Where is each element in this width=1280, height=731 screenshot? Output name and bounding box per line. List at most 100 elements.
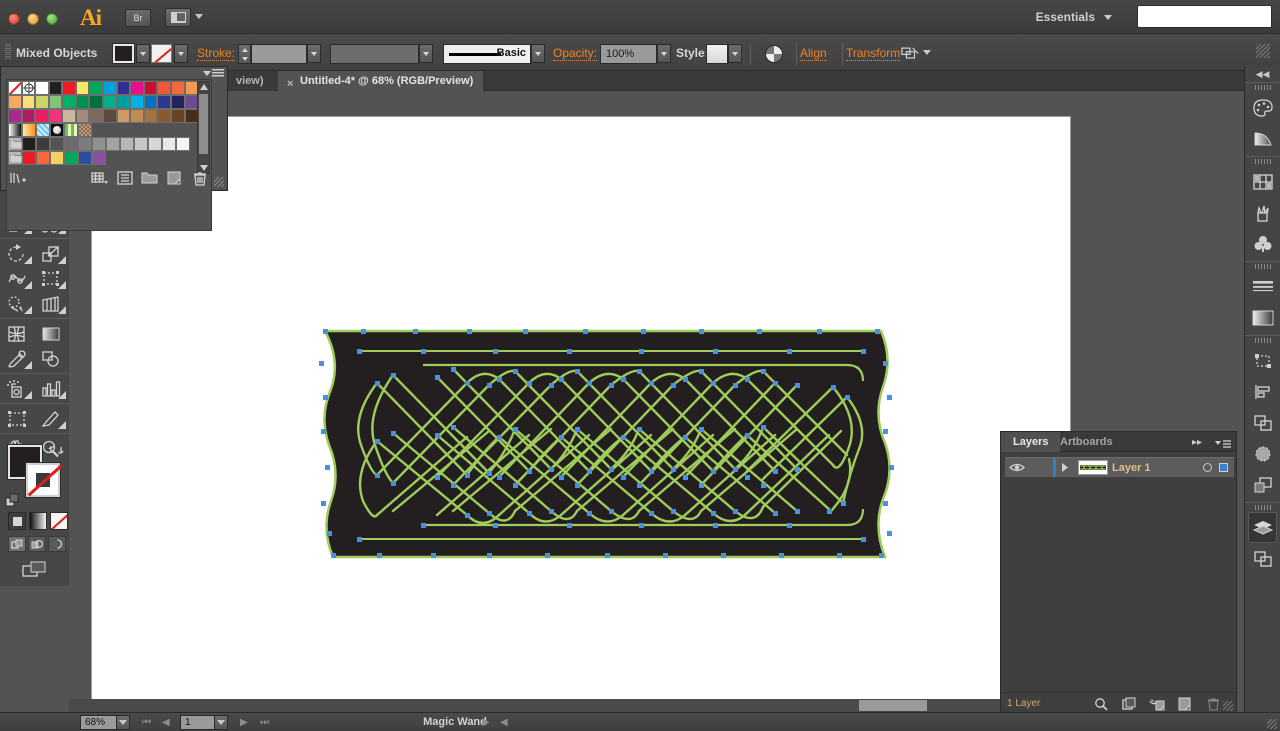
draw-normal-button[interactable] [8, 536, 26, 552]
target-circle-icon[interactable] [1203, 463, 1212, 472]
opacity-dropdown[interactable] [657, 44, 671, 63]
blend-tool[interactable] [34, 346, 68, 371]
graphic-style-preview[interactable] [706, 44, 728, 64]
swatch-color[interactable] [22, 151, 36, 165]
color-guide-icon[interactable] [1245, 123, 1280, 154]
artboard[interactable] [92, 117, 1070, 705]
swatch-gradient-orange[interactable] [22, 123, 36, 137]
swatch-color[interactable] [35, 109, 49, 123]
swatch-libraries-menu-icon[interactable] [6, 170, 31, 186]
transparency-icon[interactable] [1245, 438, 1280, 469]
align-menu[interactable]: Align [800, 46, 827, 61]
swatch-color[interactable] [8, 95, 22, 109]
selection-indicator[interactable] [1219, 463, 1228, 472]
swatch-color[interactable] [62, 81, 76, 95]
swatch-color[interactable] [148, 137, 162, 151]
swatch-none[interactable] [8, 81, 22, 95]
layers-panel-menu-icon[interactable] [1215, 437, 1231, 455]
status-scroll-left-arrow[interactable]: ◀ [500, 717, 508, 728]
fill-swatch-dropdown[interactable] [136, 44, 150, 63]
gradient-icon[interactable] [1245, 302, 1280, 333]
stroke-label[interactable]: Stroke: [197, 46, 236, 61]
locate-object-icon[interactable] [1087, 697, 1115, 711]
control-bar-resize-grip[interactable] [1256, 44, 1270, 58]
swatch-color[interactable] [170, 109, 185, 123]
document-tab-inactive[interactable]: view) [228, 71, 274, 91]
color-icon[interactable] [1245, 92, 1280, 123]
stroke-color-swatch[interactable] [151, 44, 172, 63]
next-artboard-button[interactable]: ▶ [240, 717, 248, 728]
swatch-color[interactable] [64, 137, 78, 151]
swatch-color-group-folder[interactable] [8, 151, 22, 165]
artboards-icon[interactable] [1245, 543, 1280, 574]
swatches-resize-grip[interactable] [214, 177, 224, 187]
swatch-color[interactable] [22, 137, 36, 151]
stroke-icon[interactable] [1245, 271, 1280, 302]
swatches-list[interactable] [6, 79, 212, 231]
swatch-color[interactable] [35, 81, 49, 95]
swatch-color[interactable] [48, 109, 63, 123]
control-bar-chevron-down-icon[interactable] [923, 50, 931, 55]
new-swatch-icon[interactable] [162, 170, 187, 186]
column-graph-tool[interactable] [34, 376, 68, 401]
document-tab-active[interactable]: × Untitled-4* @ 68% (RGB/Preview) [278, 71, 484, 91]
first-artboard-button[interactable]: ⏮ [142, 717, 151, 728]
expand-layer-triangle-icon[interactable] [1056, 463, 1074, 472]
swatch-color[interactable] [103, 109, 117, 123]
control-bar-grip[interactable] [5, 44, 11, 60]
slice-tool[interactable] [34, 406, 68, 431]
width-tool[interactable] [0, 266, 34, 291]
swatch-color[interactable] [176, 137, 190, 151]
swatch-registration[interactable] [21, 81, 36, 95]
swatch-color[interactable] [89, 95, 104, 109]
dock-grip[interactable] [1245, 336, 1280, 345]
swatch-color[interactable] [75, 95, 90, 109]
swatch-color[interactable] [50, 137, 64, 151]
artboard-tool[interactable] [0, 406, 34, 431]
swatch-color[interactable] [48, 81, 63, 95]
stroke-weight-input[interactable] [251, 44, 307, 64]
swatch-color[interactable] [92, 151, 106, 165]
swatch-color[interactable] [89, 81, 104, 95]
default-fill-stroke-icon[interactable] [5, 493, 21, 509]
swatch-pattern-stone[interactable] [78, 123, 92, 137]
swatch-color[interactable] [36, 137, 50, 151]
swatch-color[interactable] [143, 81, 158, 95]
swatch-color[interactable] [130, 95, 144, 109]
swatch-color[interactable] [170, 81, 185, 95]
swatch-color[interactable] [21, 109, 36, 123]
swap-fill-stroke-icon[interactable] [48, 442, 64, 458]
dock-grip[interactable] [1245, 503, 1280, 512]
symbol-sprayer-tool[interactable] [0, 376, 34, 401]
swatch-color[interactable] [48, 95, 63, 109]
swatch-color[interactable] [21, 95, 36, 109]
dock-grip[interactable] [1245, 83, 1280, 92]
bridge-button[interactable]: Br [125, 9, 151, 27]
swatches-collapse-icon[interactable] [203, 71, 211, 76]
draw-inside-button[interactable] [48, 536, 66, 552]
swatches-scroll-up-icon[interactable] [200, 84, 208, 90]
layer-row[interactable]: Layer 1 [1005, 457, 1234, 478]
eye-icon[interactable] [1005, 462, 1029, 473]
rotate-tool[interactable] [0, 241, 34, 266]
create-new-layer-icon[interactable] [1171, 697, 1199, 711]
swatch-color[interactable] [106, 137, 120, 151]
swatches-scroll-thumb[interactable] [199, 94, 208, 154]
last-artboard-button[interactable]: ⏭ [260, 717, 269, 728]
swatch-gradient-white-black[interactable] [8, 123, 22, 137]
tab-artboards[interactable]: Artboards [1048, 432, 1125, 452]
graphic-style-dropdown[interactable] [728, 44, 742, 63]
stroke-swatch-dropdown[interactable] [174, 44, 188, 63]
layers-icon[interactable] [1248, 512, 1277, 543]
swatch-color[interactable] [157, 95, 171, 109]
swatch-pattern-ball[interactable] [50, 123, 64, 137]
swatch-color[interactable] [75, 109, 90, 123]
swatch-color[interactable] [170, 95, 185, 109]
swatch-pattern-leaf[interactable] [64, 123, 78, 137]
window-resize-grip[interactable] [1267, 719, 1277, 729]
swatch-color[interactable] [78, 137, 92, 151]
swatch-color[interactable] [120, 137, 134, 151]
swatch-color[interactable] [143, 109, 158, 123]
appearance-icon[interactable] [1245, 469, 1280, 500]
make-clipping-mask-icon[interactable] [1115, 697, 1143, 711]
